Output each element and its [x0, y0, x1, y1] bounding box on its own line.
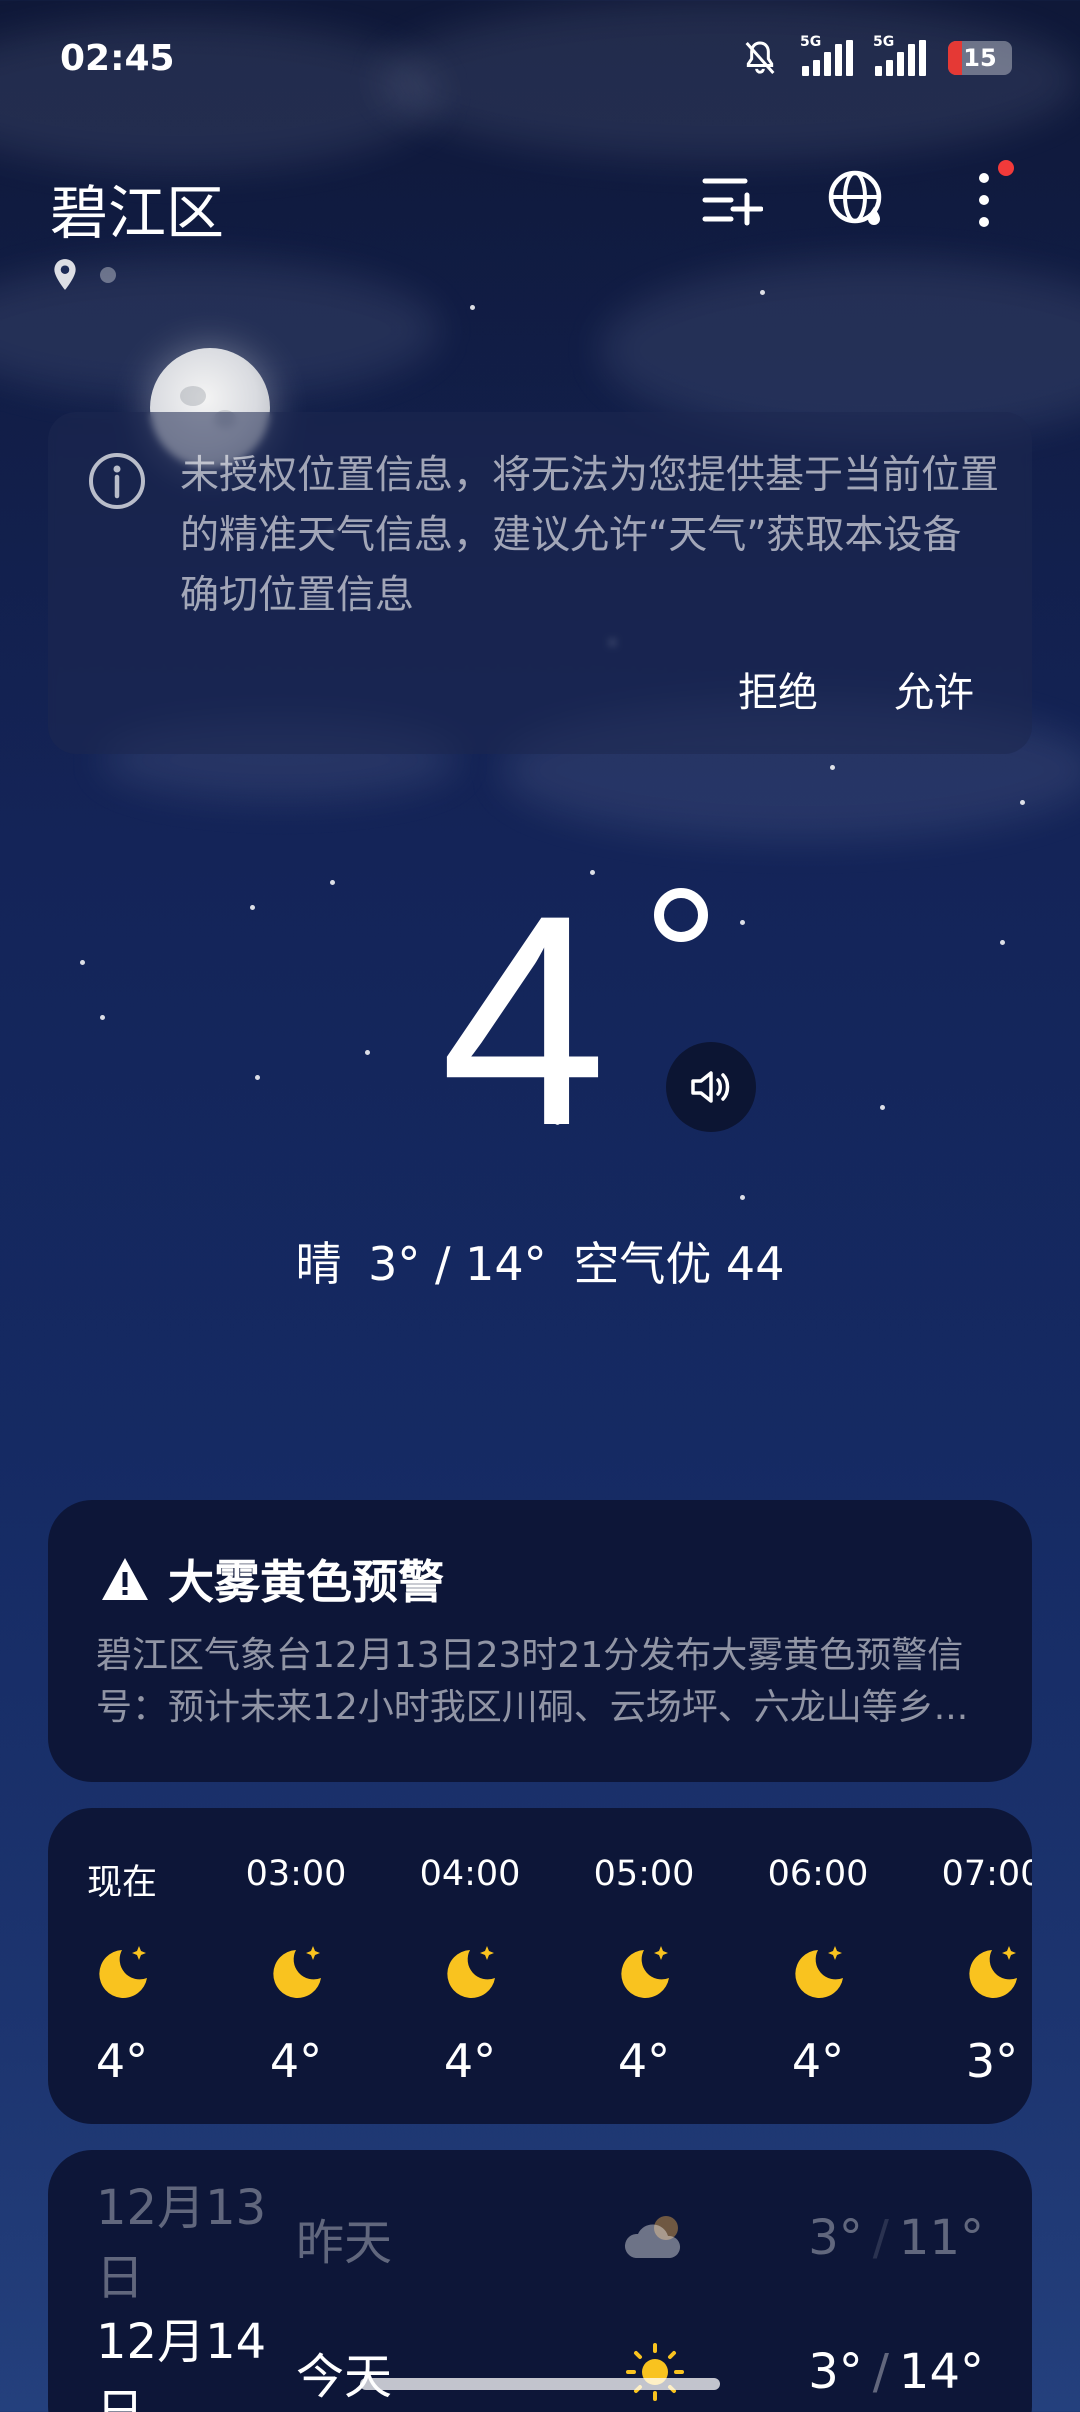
day-relative: 昨天: [296, 2215, 393, 2271]
hourly-item: 05:00 4°: [584, 1854, 704, 2088]
deny-button[interactable]: 拒绝: [738, 660, 818, 718]
degree-symbol: [654, 888, 708, 942]
day-low: 3°: [808, 2210, 863, 2266]
hour-time: 05:00: [593, 1854, 695, 1894]
day-low: 3°: [808, 2344, 863, 2400]
battery-icon: 15: [948, 41, 1012, 75]
status-time: 02:45: [60, 38, 175, 79]
hour-temp: 4°: [269, 2034, 323, 2088]
warning-icon: [102, 1558, 148, 1600]
moon-icon: [795, 1946, 843, 1998]
weather-alert-card[interactable]: 大雾黄色预警 碧江区气象台12月13日23时21分发布大雾黄色预警信号：预计未来…: [48, 1500, 1032, 1782]
globe-icon: [828, 170, 882, 225]
hourly-item: 07:00 3°: [932, 1854, 1032, 2088]
voice-broadcast-button[interactable]: [666, 1042, 756, 1132]
day-date: 12月13日: [96, 2180, 267, 2306]
hour-time: 06:00: [767, 1854, 869, 1894]
signal-icon: 5G: [800, 34, 853, 76]
hour-time: 07:00: [941, 1854, 1032, 1894]
permission-message: 未授权位置信息，将无法为您提供基于当前位置的精准天气信息，建议允许“天气”获取本…: [180, 453, 1000, 618]
hour-temp: 4°: [617, 2034, 671, 2088]
battery-level: 15: [963, 44, 997, 72]
temp-range: 3° / 14°: [368, 1237, 547, 1291]
info-icon: [89, 453, 145, 509]
day-high: 11°: [898, 2210, 984, 2266]
daily-row-today[interactable]: 12月14日 今天 3°/14°: [96, 2314, 984, 2412]
hourly-item: 06:00 4°: [758, 1854, 878, 2088]
moon-icon: [447, 1946, 495, 1998]
home-indicator[interactable]: [360, 2378, 720, 2390]
page-dot: [100, 267, 116, 283]
day-high: 14°: [898, 2344, 984, 2400]
speaker-icon: [691, 1071, 730, 1103]
notification-dot: [998, 160, 1014, 176]
moon-icon: [969, 1946, 1017, 1998]
hour-time: 现在: [86, 1863, 157, 1903]
city-title[interactable]: 碧江区: [50, 166, 224, 250]
allow-button[interactable]: 允许: [894, 660, 974, 718]
hour-temp: 4°: [791, 2034, 845, 2088]
hourly-item: 现在 4°: [62, 1854, 182, 2088]
bell-off-icon: [745, 41, 775, 74]
sun-icon: [626, 2343, 684, 2401]
moon-icon: [621, 1946, 669, 1998]
hourly-item: 03:00 4°: [236, 1854, 356, 2088]
current-temperature: 4: [440, 852, 607, 1188]
location-permission-card: 未授权位置信息，将无法为您提供基于当前位置的精准天气信息，建议允许“天气”获取本…: [48, 412, 1032, 754]
hour-temp: 4°: [443, 2034, 497, 2088]
daily-forecast-card[interactable]: 12月13日 昨天 3°/11° 12月14日 今天 3°/14°: [48, 2150, 1032, 2412]
location-indicator: [52, 258, 116, 292]
more-menu-button[interactable]: [950, 160, 1018, 234]
hour-temp: 4°: [95, 2034, 149, 2088]
day-relative: 今天: [296, 2349, 393, 2405]
add-city-button[interactable]: [698, 166, 766, 234]
day-temp-range: 3°/11°: [808, 2210, 984, 2266]
network-label: 5G: [800, 34, 822, 50]
status-bar: 02:45 5G 5G 15: [0, 0, 1080, 120]
moon-icon: [99, 1946, 147, 1998]
day-temp-range: 3°/14°: [808, 2344, 984, 2400]
status-icons: 5G 5G 15: [740, 34, 1012, 78]
global-weather-button[interactable]: [824, 166, 892, 234]
hour-time: 03:00: [245, 1854, 347, 1894]
location-pin-icon: [54, 259, 76, 290]
alert-title: 大雾黄色预警: [168, 1555, 444, 1609]
weather-summary: 晴 3° / 14° 空气优 44: [0, 1228, 1080, 1294]
moon-icon: [273, 1946, 321, 1998]
hourly-forecast-card[interactable]: 现在 4° 03:00 4° 04:00 4° 05:00 4° 06:00 4…: [48, 1808, 1032, 2124]
alert-title-row: 大雾黄色预警: [100, 1546, 444, 1612]
air-quality[interactable]: 空气优 44: [573, 1237, 784, 1291]
hour-time: 04:00: [419, 1854, 521, 1894]
hourly-item: 04:00 4°: [410, 1854, 530, 2088]
more-vertical-icon: [979, 173, 989, 227]
condition-text: 晴: [295, 1237, 342, 1291]
signal-icon: 5G: [873, 34, 926, 76]
network-label: 5G: [873, 34, 895, 50]
day-date: 12月14日: [96, 2314, 267, 2412]
list-add-icon: [702, 178, 763, 226]
cloudy-icon: [624, 2216, 681, 2258]
hour-temp: 3°: [965, 2034, 1019, 2088]
daily-row-yesterday[interactable]: 12月13日 昨天 3°/11°: [96, 2180, 984, 2306]
alert-body: 碧江区气象台12月13日23时21分发布大雾黄色预警信号：预计未来12小时我区川…: [96, 1635, 969, 1728]
